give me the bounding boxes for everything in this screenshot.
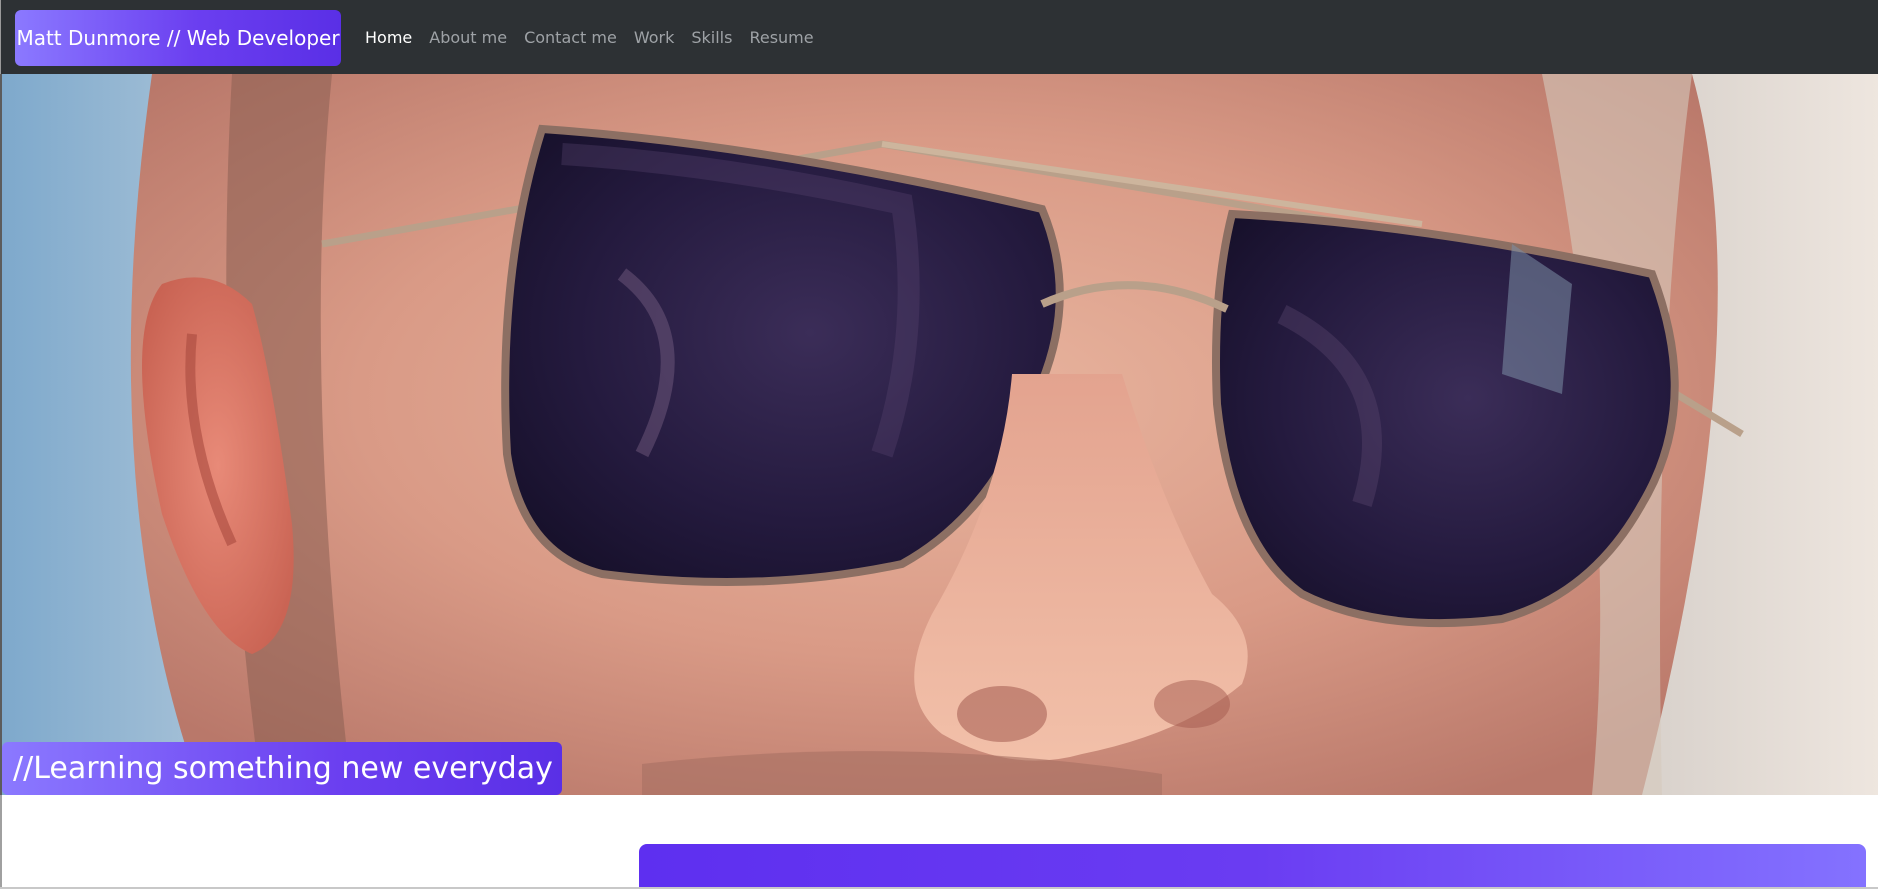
top-navbar: Matt Dunmore // Web Developer Home About… <box>0 0 1878 74</box>
nav-link-work[interactable]: Work <box>634 28 675 47</box>
hero-face-illustration <box>2 74 1878 795</box>
nav-link-resume[interactable]: Resume <box>749 28 813 47</box>
brand-logo-link[interactable]: Matt Dunmore // Web Developer <box>15 10 341 66</box>
nav-link-skills[interactable]: Skills <box>691 28 732 47</box>
nav-link-home[interactable]: Home <box>365 28 412 47</box>
nav-link-about[interactable]: About me <box>429 28 507 47</box>
page-left-border <box>0 795 2 889</box>
hero-tagline: //Learning something new everyday <box>2 742 562 795</box>
hero-photo <box>0 74 1878 795</box>
nav-link-contact[interactable]: Contact me <box>524 28 617 47</box>
portfolio-page: Matt Dunmore // Web Developer Home About… <box>0 0 1878 889</box>
nav-links: Home About me Contact me Work Skills Res… <box>365 0 831 74</box>
about-section-card <box>639 844 1866 889</box>
